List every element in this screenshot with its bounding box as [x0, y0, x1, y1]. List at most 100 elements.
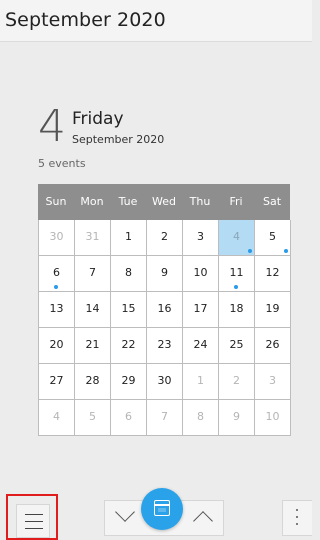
day-number: 10	[265, 410, 280, 423]
day-number: 15	[121, 302, 136, 315]
bottom-toolbar	[0, 488, 312, 540]
calendar-day[interactable]: 27	[39, 364, 75, 400]
top-app-bar: September 2020	[0, 0, 312, 42]
calendar-day[interactable]: 19	[255, 292, 291, 328]
calendar-day[interactable]: 20	[39, 328, 75, 364]
selected-date-header: 4 Friday September 2020	[38, 101, 288, 154]
calendar-day[interactable]: 31	[75, 220, 111, 256]
day-number: 21	[85, 338, 100, 351]
calendar-day[interactable]: 26	[255, 328, 291, 364]
calendar-day[interactable]: 21	[75, 328, 111, 364]
day-number: 12	[265, 266, 280, 279]
calendar-day[interactable]: 2	[219, 364, 255, 400]
day-number: 31	[85, 230, 100, 243]
day-number: 8	[197, 410, 204, 423]
calendar-day[interactable]: 2	[147, 220, 183, 256]
month-calendar: Sun Mon Tue Wed Thu Fri Sat 30 31 1 2 3 4 5 6 7 8 9 10 11 1…	[38, 184, 291, 436]
calendar-day[interactable]: 15	[111, 292, 147, 328]
more-options-button[interactable]	[282, 500, 312, 536]
calendar-day[interactable]: 3	[183, 220, 219, 256]
day-number: 3	[269, 374, 276, 387]
calendar-day[interactable]: 11	[219, 256, 255, 292]
weekday-header-row: Sun Mon Tue Wed Thu Fri Sat	[38, 184, 290, 220]
weekday-label: Tue	[118, 195, 138, 208]
calendar-day[interactable]: 12	[255, 256, 291, 292]
calendar-day[interactable]: 17	[183, 292, 219, 328]
weekday-label: Mon	[80, 195, 104, 208]
menu-button[interactable]	[16, 504, 50, 538]
calendar-day[interactable]: 1	[183, 364, 219, 400]
day-number: 11	[229, 266, 244, 279]
calendar-day[interactable]: 10	[183, 256, 219, 292]
calendar-day[interactable]: 9	[147, 256, 183, 292]
day-number: 25	[229, 338, 244, 351]
event-indicator	[284, 249, 288, 253]
day-number: 14	[85, 302, 100, 315]
calendar-day[interactable]: 13	[39, 292, 75, 328]
weekday-label: Fri	[229, 195, 243, 208]
day-number: 2	[233, 374, 240, 387]
day-number: 9	[233, 410, 240, 423]
chevron-down-icon[interactable]	[115, 502, 135, 522]
day-number: 5	[89, 410, 96, 423]
day-number: 16	[157, 302, 172, 315]
selected-weekday: Friday	[72, 109, 124, 129]
day-number: 8	[125, 266, 132, 279]
day-number: 20	[49, 338, 64, 351]
page-title: September 2020	[5, 9, 166, 31]
day-number: 5	[269, 230, 276, 243]
day-number: 10	[193, 266, 208, 279]
selected-day-number: 4	[38, 101, 66, 152]
day-number: 30	[49, 230, 64, 243]
calendar-day[interactable]: 4	[39, 400, 75, 436]
calendar-day[interactable]: 6	[111, 400, 147, 436]
day-number: 3	[197, 230, 204, 243]
calendar-day[interactable]: 5	[255, 220, 291, 256]
calendar-day[interactable]: 3	[255, 364, 291, 400]
selected-month-year: September 2020	[72, 133, 165, 146]
calendar-day[interactable]: 29	[111, 364, 147, 400]
day-number: 7	[161, 410, 168, 423]
calendar-day[interactable]: 5	[75, 400, 111, 436]
more-vertical-icon	[296, 509, 299, 530]
day-number: 18	[229, 302, 244, 315]
day-number: 1	[197, 374, 204, 387]
calendar-day[interactable]: 6	[39, 256, 75, 292]
event-indicator	[234, 285, 238, 289]
day-number: 6	[125, 410, 132, 423]
calendar-day[interactable]: 30	[147, 364, 183, 400]
day-number: 2	[161, 230, 168, 243]
calendar-day[interactable]: 7	[75, 256, 111, 292]
calendar-day[interactable]: 30	[39, 220, 75, 256]
calendar-day[interactable]: 25	[219, 328, 255, 364]
day-number: 24	[193, 338, 208, 351]
day-number: 4	[53, 410, 60, 423]
calendar-day[interactable]: 9	[219, 400, 255, 436]
calendar-day[interactable]: 24	[183, 328, 219, 364]
calendar-day[interactable]: 16	[147, 292, 183, 328]
hamburger-menu-icon	[25, 514, 43, 535]
calendar-day[interactable]: 8	[183, 400, 219, 436]
calendar-day-selected[interactable]: 4	[219, 220, 255, 256]
menu-button-highlight[interactable]	[6, 494, 58, 540]
events-count: 5 events	[38, 157, 86, 170]
day-number: 17	[193, 302, 208, 315]
calendar-day[interactable]: 28	[75, 364, 111, 400]
day-number: 19	[265, 302, 280, 315]
today-button[interactable]	[141, 488, 183, 530]
calendar-day[interactable]: 10	[255, 400, 291, 436]
day-number: 23	[157, 338, 172, 351]
weekday-label: Wed	[152, 195, 176, 208]
calendar-day[interactable]: 8	[111, 256, 147, 292]
calendar-day[interactable]: 7	[147, 400, 183, 436]
calendar-day[interactable]: 22	[111, 328, 147, 364]
calendar-day[interactable]: 23	[147, 328, 183, 364]
day-number: 13	[49, 302, 64, 315]
day-number: 27	[49, 374, 64, 387]
calendar-day[interactable]: 18	[219, 292, 255, 328]
event-indicator	[54, 285, 58, 289]
chevron-up-icon[interactable]	[193, 511, 213, 531]
calendar-day[interactable]: 1	[111, 220, 147, 256]
calendar-day[interactable]: 14	[75, 292, 111, 328]
weekday-label: Thu	[189, 195, 211, 208]
